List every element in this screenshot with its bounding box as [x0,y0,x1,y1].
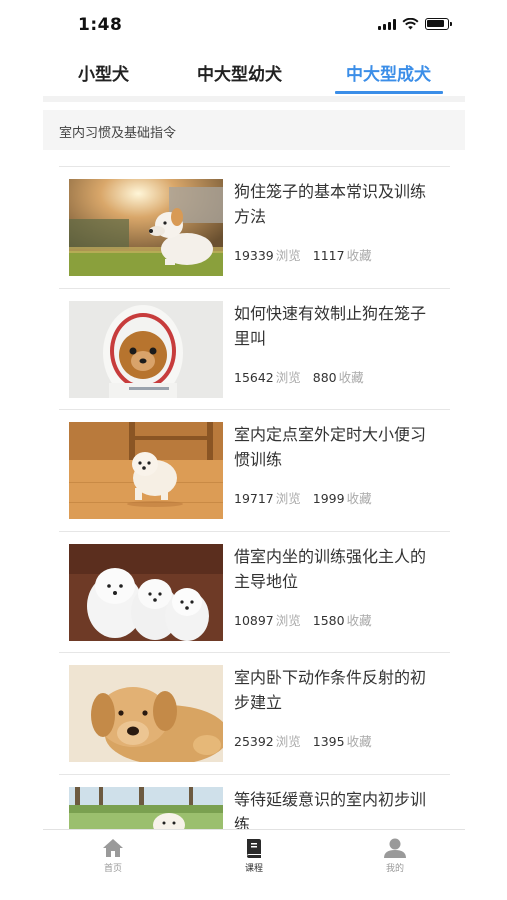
nav-course[interactable]: 课程 [224,838,284,874]
views-count: 19339 [234,248,274,263]
nav-home[interactable]: 首页 [83,838,143,874]
article-item[interactable]: 如何快速有效制止狗在笼子里叫 15642 浏览 880 收藏 [59,289,450,410]
tab-medium-large-adult[interactable]: 中大型成犬 [346,60,431,85]
article-item[interactable]: 室内定点室外定时大小便习惯训练 19717 浏览 1999 收藏 [59,410,450,532]
puppy-on-wood-floor-image [69,422,223,519]
favorites-count: 1395 [312,734,345,749]
article-stats: 19717 浏览 1999 收藏 [234,488,372,507]
divider [43,96,465,102]
favorites-label: 收藏 [346,248,372,263]
views-count: 25392 [234,734,274,749]
favorites-count: 1999 [312,491,345,506]
article-thumbnail [69,179,223,276]
views-count: 15642 [234,369,274,385]
article-item[interactable]: 室内卧下动作条件反射的初步建立 25392 浏览 1395 收藏 [59,653,450,775]
three-white-puppies-image [69,543,223,641]
section-header: 室内习惯及基础指令 [43,110,465,150]
article-thumbnail [69,300,223,398]
signal-icon [378,18,396,30]
battery-icon [425,18,452,30]
nav-home-label: 首页 [103,864,122,874]
article-stats: 10897 浏览 1580 收藏 [234,610,372,629]
article-title: 狗住笼子的基本常识及训练方法 [234,182,427,226]
article-list: 狗住笼子的基本常识及训练方法 19339 浏览 1117 收藏 如何快速有效制止… [59,166,450,830]
status-icons [378,18,452,30]
favorites-label: 收藏 [346,734,372,749]
views-count: 10897 [234,612,274,628]
white-dog-on-grass-image [69,179,223,276]
nav-mine[interactable]: 我的 [365,838,425,874]
active-tab-indicator [335,91,443,94]
views-label: 浏览 [275,369,301,385]
section-title: 室内习惯及基础指令 [59,126,177,141]
nav-course-label: 课程 [244,864,263,874]
favorites-label: 收藏 [346,612,372,628]
article-item[interactable]: 等待延缓意识的室内初步训练 [59,775,450,831]
article-thumbnail [69,543,223,641]
article-stats: 25392 浏览 1395 收藏 [234,731,372,750]
article-stats: 15642 浏览 880 收藏 [234,367,364,386]
status-bar: 1:48 [0,0,507,48]
favorites-label: 收藏 [346,491,372,506]
article-thumbnail [69,665,223,762]
views-label: 浏览 [275,612,301,628]
category-tabs: 小型犬 中大型幼犬 中大型成犬 [43,52,465,94]
article-title: 室内定点室外定时大小便习惯训练 [234,425,427,469]
dog-in-park-image [69,786,223,830]
views-count: 19717 [234,491,274,506]
favorites-count: 1117 [312,248,345,263]
app-screen: 1:48 小型犬 中大型幼犬 中大型成犬 室内习惯及基础指令 狗住笼子的基本常识… [0,0,507,900]
book-icon [247,839,261,858]
user-icon [384,838,406,858]
article-stats: 19339 浏览 1117 收藏 [234,245,372,264]
nav-mine-label: 我的 [385,864,404,874]
tab-medium-large-puppy[interactable]: 中大型幼犬 [197,60,282,85]
puppy-in-hoodie-image [69,300,223,398]
views-label: 浏览 [275,491,301,506]
article-title: 借室内坐的训练强化主人的主导地位 [234,546,427,591]
favorites-label: 收藏 [338,369,364,385]
golden-retriever-lying-image [69,665,223,762]
article-title: 等待延缓意识的室内初步训练 [234,789,427,831]
article-thumbnail [69,786,223,830]
status-time: 1:48 [78,15,123,35]
views-label: 浏览 [275,248,301,263]
bottom-nav: 首页 课程 我的 [43,829,465,900]
favorites-count: 1580 [312,612,345,628]
favorites-count: 880 [312,369,337,385]
article-item[interactable]: 狗住笼子的基本常识及训练方法 19339 浏览 1117 收藏 [59,167,450,289]
home-icon [103,839,123,857]
views-label: 浏览 [275,734,301,749]
article-title: 如何快速有效制止狗在笼子里叫 [234,303,427,348]
wifi-icon [402,18,419,30]
article-item[interactable]: 借室内坐的训练强化主人的主导地位 10897 浏览 1580 收藏 [59,532,450,653]
tab-small-dog[interactable]: 小型犬 [78,60,129,85]
article-thumbnail [69,422,223,519]
article-title: 室内卧下动作条件反射的初步建立 [234,668,427,712]
